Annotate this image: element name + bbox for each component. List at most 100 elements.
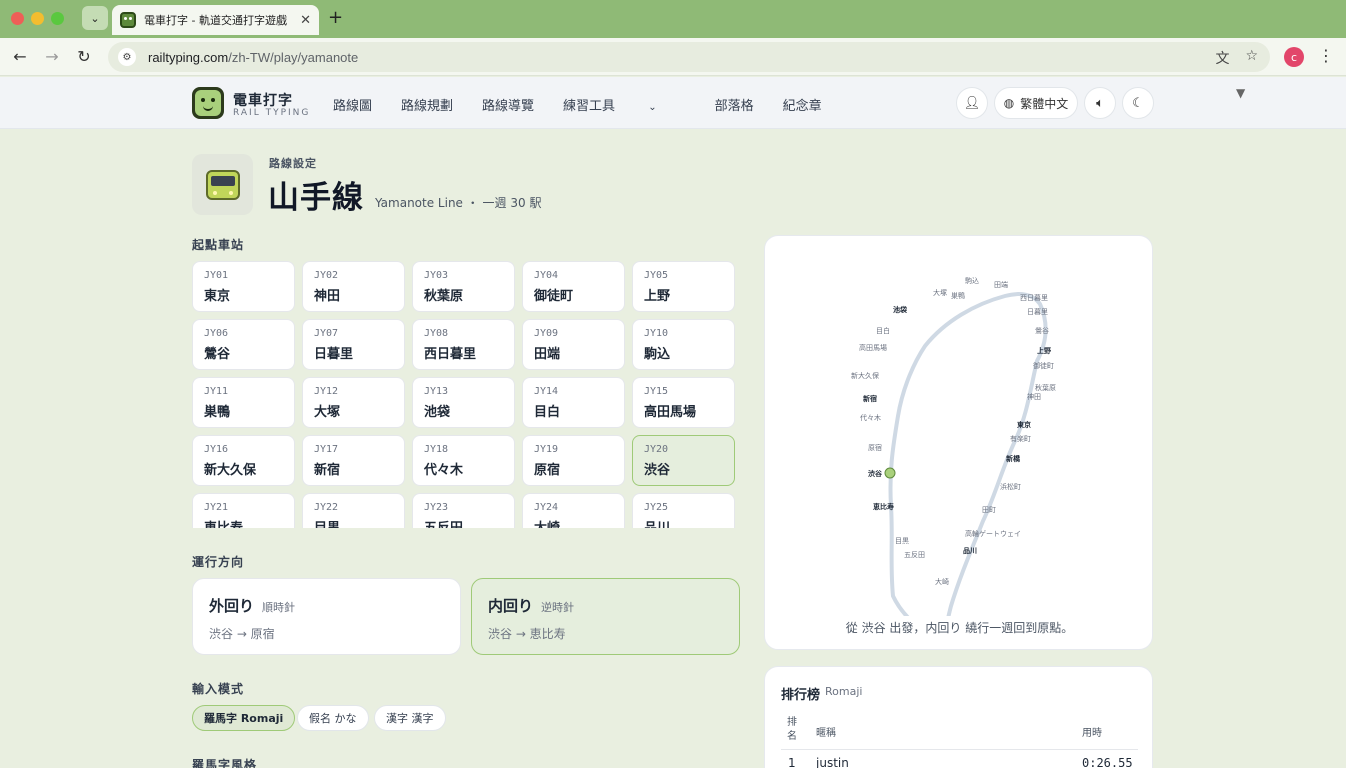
nav-route-planner[interactable]: 路線規劃: [401, 95, 453, 114]
nav-route-map[interactable]: 路線圖: [333, 95, 372, 114]
input-mode-label: 輸入模式: [192, 682, 245, 696]
direction-title: 内回り: [488, 597, 534, 615]
window-minimize-button[interactable]: [31, 12, 44, 25]
station-button[interactable]: JY23 五反田: [412, 493, 515, 528]
start-station-label: 起點車站: [192, 238, 245, 252]
station-code: JY21: [204, 502, 229, 513]
map-station-label: 渋谷: [868, 469, 883, 478]
map-station-label: 上野: [1037, 346, 1051, 355]
station-button[interactable]: JY08 西日暮里: [412, 319, 515, 370]
station-name: 新大久保: [204, 463, 257, 478]
station-button[interactable]: JY22 目黒: [302, 493, 405, 528]
station-button[interactable]: JY07 日暮里: [302, 319, 405, 370]
station-button[interactable]: JY10 駒込: [632, 319, 735, 370]
station-button[interactable]: JY14 目白: [522, 377, 625, 428]
station-name: 神田: [314, 289, 341, 304]
translate-icon[interactable]: 文: [1215, 48, 1229, 68]
language-label: 繁體中文: [1020, 96, 1069, 111]
site-header: 電車打字 RAIL TYPING 路線圖 路線規劃 路線導覽 練習工具 ⌄ 部落…: [0, 77, 1346, 129]
station-button[interactable]: JY09 田端: [522, 319, 625, 370]
page-subtitle: Yamanote Line ・ 一週 30 駅: [375, 196, 542, 210]
new-tab-button[interactable]: +: [328, 7, 343, 28]
direction-outer-loop-card[interactable]: 外回り 順時針 渋谷 → 原宿: [192, 578, 461, 655]
address-bar[interactable]: ⚙ railtyping.com/zh-TW/play/yamanote 文 ☆: [108, 42, 1270, 72]
station-button[interactable]: JY05 上野: [632, 261, 735, 312]
bookmark-star-icon[interactable]: ☆: [1245, 48, 1258, 68]
nav-route-guide[interactable]: 路線導覽: [482, 95, 534, 114]
map-station-label: 目白: [876, 326, 890, 335]
station-code: JY19: [534, 444, 559, 455]
nav-blog[interactable]: 部落格: [715, 95, 754, 114]
station-code: JY13: [424, 386, 449, 397]
map-station-label: 新橋: [1006, 454, 1021, 463]
tab-close-icon[interactable]: ✕: [300, 13, 311, 28]
station-button[interactable]: JY20 渋谷: [632, 435, 735, 486]
sound-button[interactable]: 🔈︎: [1084, 87, 1116, 119]
account-button[interactable]: 👤︎: [956, 87, 988, 119]
section-kicker: 路線設定: [269, 157, 317, 170]
nav-practice-tools[interactable]: 練習工具 ⌄: [563, 95, 686, 114]
station-code: JY01: [204, 270, 229, 281]
mode-kanji-button[interactable]: 漢字 漢字: [374, 705, 446, 731]
mode-kana-button[interactable]: 假名 かな: [297, 705, 369, 731]
station-button[interactable]: JY16 新大久保: [192, 435, 295, 486]
logo-icon[interactable]: [192, 87, 224, 119]
leaderboard-mode: Romaji: [825, 685, 863, 698]
back-arrow-icon[interactable]: ←: [10, 47, 30, 66]
station-button[interactable]: JY01 東京: [192, 261, 295, 312]
station-button[interactable]: JY03 秋葉原: [412, 261, 515, 312]
station-code: JY15: [644, 386, 669, 397]
row-rank: 1: [788, 756, 796, 768]
theme-toggle-button[interactable]: ☾: [1122, 87, 1154, 119]
station-button[interactable]: JY06 鶯谷: [192, 319, 295, 370]
language-button[interactable]: ◍ 繁體中文: [994, 87, 1078, 119]
reload-icon[interactable]: ↻: [74, 47, 94, 66]
station-button[interactable]: JY24 大崎: [522, 493, 625, 528]
station-button[interactable]: JY11 巣鴨: [192, 377, 295, 428]
browser-tab-active[interactable]: 電車打字 - 軌道交通打字遊戲 ✕: [112, 5, 319, 35]
filter-icon[interactable]: ▼: [1236, 86, 1245, 100]
station-code: JY11: [204, 386, 229, 397]
station-code: JY10: [644, 328, 669, 339]
station-button[interactable]: JY17 新宿: [302, 435, 405, 486]
station-name: 巣鴨: [204, 405, 231, 420]
station-button[interactable]: JY19 原宿: [522, 435, 625, 486]
map-station-label: 高田馬場: [859, 343, 887, 352]
tab-search-button[interactable]: ⌄: [82, 6, 108, 30]
station-name: 五反田: [424, 517, 503, 528]
station-button[interactable]: JY21 恵比寿: [192, 493, 295, 528]
station-button[interactable]: JY13 池袋: [412, 377, 515, 428]
station-code: JY16: [204, 444, 229, 455]
station-button[interactable]: JY18 代々木: [412, 435, 515, 486]
window-close-button[interactable]: [11, 12, 24, 25]
forward-arrow-icon[interactable]: →: [42, 47, 62, 66]
direction-label: 運行方向: [192, 555, 245, 569]
map-station-label: 代々木: [860, 413, 881, 422]
column-header-time: 用時: [1082, 728, 1102, 739]
site-settings-icon[interactable]: ⚙: [118, 48, 136, 66]
direction-inner-loop-card[interactable]: 内回り 逆時針 渋谷 → 恵比寿: [471, 578, 740, 655]
map-station-label: 五反田: [904, 550, 925, 559]
station-name: 日暮里: [314, 347, 354, 362]
station-button[interactable]: JY12 大塚: [302, 377, 405, 428]
mode-romaji-button[interactable]: 羅馬字 Romaji: [192, 705, 296, 731]
map-station-label: 恵比寿: [873, 502, 894, 511]
chevron-down-icon: ⌄: [90, 11, 100, 25]
map-station-label: 大崎: [935, 577, 949, 586]
moon-icon: ☾: [1132, 95, 1144, 111]
station-button[interactable]: JY25 品川: [632, 493, 735, 528]
station-button[interactable]: JY02 神田: [302, 261, 405, 312]
current-station-marker-icon: [884, 467, 896, 479]
direction-route: 渋谷 → 原宿: [209, 627, 275, 641]
map-station-label: 大塚: [933, 288, 947, 297]
station-button[interactable]: JY04 御徒町: [522, 261, 625, 312]
logo-title[interactable]: 電車打字: [233, 90, 293, 110]
profile-avatar[interactable]: c: [1284, 47, 1304, 67]
browser-menu-icon[interactable]: ⋮: [1318, 46, 1334, 65]
nav-stamps[interactable]: 紀念章: [783, 95, 822, 114]
station-button[interactable]: JY15 高田馬場: [632, 377, 735, 428]
station-name: 目白: [534, 405, 561, 420]
map-station-label: 高輪ゲートウェイ: [965, 529, 1021, 538]
window-zoom-button[interactable]: [51, 12, 64, 25]
station-name: 御徒町: [534, 289, 574, 304]
